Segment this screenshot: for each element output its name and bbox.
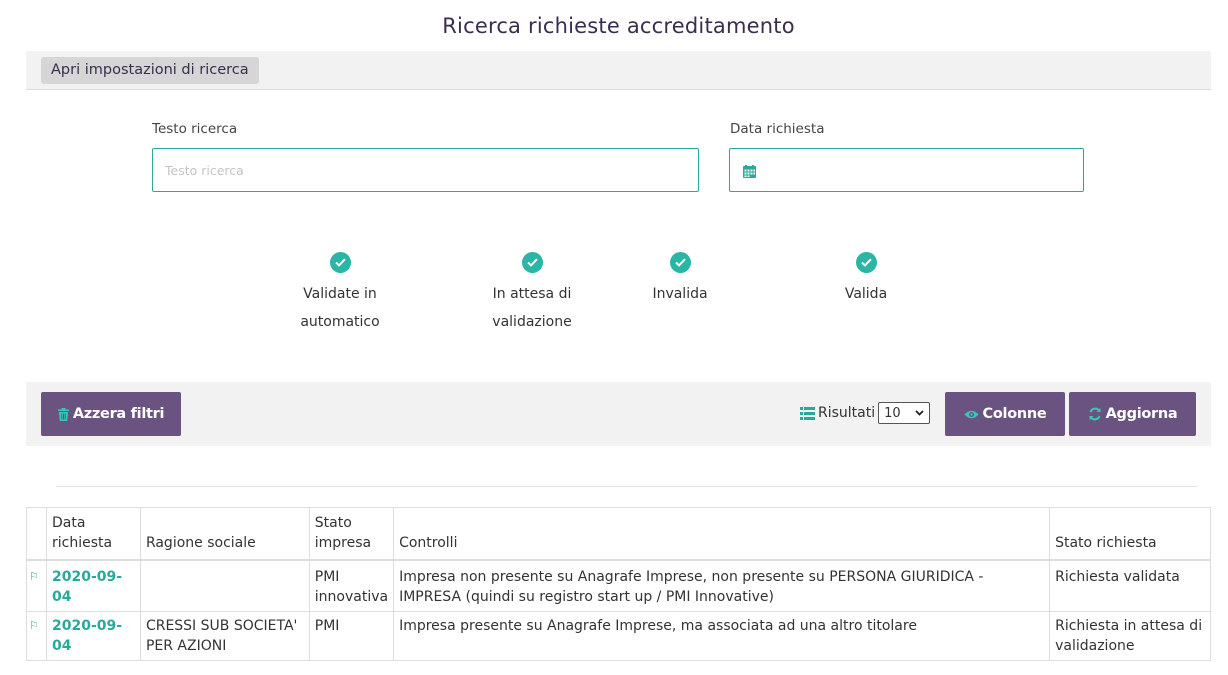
reset-filters-button[interactable]: Azzera filtri: [41, 392, 181, 436]
request-date-link[interactable]: 2020-09-04: [52, 618, 122, 654]
filter-invalida[interactable]: Invalida: [640, 252, 720, 308]
column-header-stato-impresa[interactable]: Stato impresa: [308, 507, 395, 561]
filter-label: Validate in automatico: [300, 286, 380, 330]
search-text-input[interactable]: [152, 148, 699, 192]
check-icon: [329, 252, 351, 273]
filter-validate-automatico[interactable]: Validate in automatico: [289, 252, 391, 336]
divider: [56, 486, 1197, 487]
search-settings-bar: Apri impostazioni di ricerca: [26, 51, 1211, 90]
toolbar: Azzera filtri Risultati 10 Colonne Aggio…: [26, 382, 1211, 446]
results-per-page: Risultati 10: [800, 402, 931, 424]
column-header-ragione-sociale[interactable]: Ragione sociale: [139, 507, 310, 561]
page-title: Ricerca richieste accreditamento: [442, 14, 795, 38]
table-header-row: Data richiesta Ragione sociale Stato imp…: [26, 507, 1211, 561]
table-row: ⚐ 2020-09-04 PMI innovativa Impresa non …: [26, 559, 1211, 612]
date-label: Data richiesta: [730, 121, 825, 137]
filter-label: Invalida: [652, 286, 708, 302]
search-text-label: Testo ricerca: [152, 121, 238, 137]
column-header-controlli[interactable]: Controlli: [393, 507, 1051, 561]
reset-filters-label: Azzera filtri: [72, 406, 165, 422]
results-label: Risultati: [818, 405, 876, 421]
filter-in-attesa-validazione[interactable]: In attesa di validazione: [484, 252, 580, 336]
list-icon: [800, 406, 815, 420]
cell-stato-richiesta: Richiesta in attesa di validazione: [1049, 611, 1211, 661]
trash-icon: [57, 407, 69, 421]
check-icon: [669, 252, 691, 273]
cell-data-richiesta: 2020-09-04: [45, 611, 141, 661]
table-row: ⚐ 2020-09-04 CRESSI SUB SOCIETA' PER AZI…: [26, 611, 1211, 661]
flag-icon[interactable]: ⚐: [26, 611, 47, 661]
chevron-down-icon: [915, 410, 924, 416]
filter-label: In attesa di validazione: [492, 286, 572, 330]
cell-controlli: Impresa presente su Anagrafe Imprese, ma…: [393, 611, 1051, 661]
refresh-button[interactable]: Aggiorna: [1069, 392, 1196, 436]
request-date-link[interactable]: 2020-09-04: [52, 569, 122, 605]
eye-icon: [964, 409, 979, 420]
date-input[interactable]: [729, 148, 1084, 192]
cell-ragione-sociale: CRESSI SUB SOCIETA' PER AZIONI: [139, 611, 310, 661]
cell-stato-richiesta: Richiesta validata: [1049, 559, 1211, 612]
results-value: 10: [884, 405, 901, 421]
cell-controlli: Impresa non presente su Anagrafe Imprese…: [393, 559, 1051, 612]
open-search-settings-button[interactable]: Apri impostazioni di ricerca: [41, 57, 259, 84]
columns-button[interactable]: Colonne: [945, 392, 1065, 436]
cell-stato-impresa: PMI innovativa: [308, 559, 395, 612]
columns-label: Colonne: [982, 406, 1047, 422]
check-icon: [521, 252, 543, 273]
calendar-icon: [743, 165, 756, 178]
results-table: Data richiesta Ragione sociale Stato imp…: [26, 507, 1211, 661]
filter-label: Valida: [844, 286, 888, 302]
refresh-label: Aggiorna: [1105, 406, 1178, 422]
results-select[interactable]: 10: [878, 402, 931, 424]
column-header-stato-richiesta[interactable]: Stato richiesta: [1049, 507, 1211, 561]
refresh-icon: [1088, 407, 1102, 421]
cell-ragione-sociale: [139, 559, 310, 612]
cell-stato-impresa: PMI: [308, 611, 395, 661]
column-header-flag: [26, 507, 47, 561]
flag-icon[interactable]: ⚐: [26, 559, 47, 612]
filter-valida[interactable]: Valida: [826, 252, 906, 308]
check-icon: [855, 252, 877, 273]
cell-data-richiesta: 2020-09-04: [45, 559, 141, 612]
column-header-data-richiesta[interactable]: Data richiesta: [45, 507, 141, 561]
